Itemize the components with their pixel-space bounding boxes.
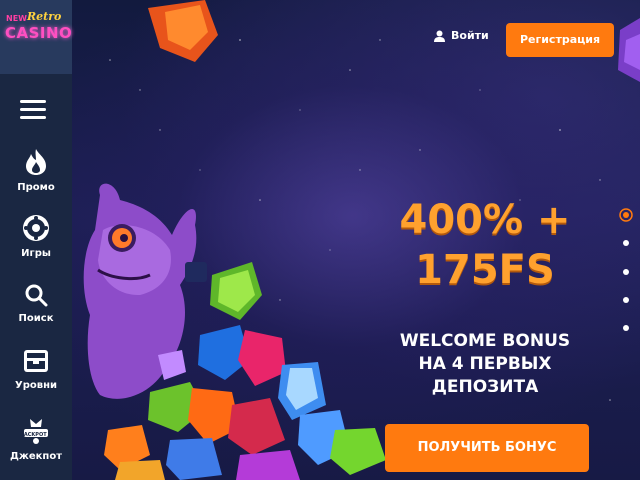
orange-gem-top: [148, 0, 218, 62]
sidebar-item-games[interactable]: Игры: [0, 214, 72, 276]
logo-new-badge: NEW: [6, 14, 27, 23]
get-bonus-button[interactable]: ПОЛУЧИТЬ БОНУС: [385, 424, 589, 472]
subtitle-line-2: НА 4 ПЕРВЫХ: [418, 354, 552, 374]
slide-dot[interactable]: [623, 297, 629, 303]
sidebar-item-label: Игры: [21, 248, 51, 259]
monster-character: [83, 183, 207, 399]
headline-line-2: 175FS: [415, 247, 555, 293]
subtitle-line-1: WELCOME BONUS: [399, 331, 571, 351]
slider-pagination: [618, 208, 634, 348]
slide-dot[interactable]: [623, 325, 629, 331]
user-icon: [434, 30, 445, 42]
sidebar-item-label: Уровни: [15, 380, 57, 391]
roulette-icon: [23, 215, 49, 241]
jackpot-icon: [24, 419, 48, 444]
logo[interactable]: NEW Retro CASINO: [0, 0, 72, 74]
login-label: Войти: [451, 29, 489, 42]
slide-dot[interactable]: [623, 240, 629, 246]
bonus-headline: 400% + 175FS: [370, 195, 600, 295]
chest-icon: [24, 350, 48, 372]
logo-casino-text: CASINO: [5, 24, 73, 42]
logo-retro-text: Retro: [27, 10, 62, 23]
slide-dot-active[interactable]: [619, 208, 633, 222]
login-button[interactable]: Войти: [434, 29, 489, 42]
bonus-subtitle: WELCOME BONUS НА 4 ПЕРВЫХ ДЕПОЗИТА: [370, 330, 600, 399]
sidebar-item-promo[interactable]: Промо: [0, 148, 72, 210]
sidebar-item-levels[interactable]: Уровни: [0, 348, 72, 410]
sidebar: NEW Retro CASINO Промо Игры Поиск Уровни…: [0, 0, 72, 480]
search-icon: [25, 284, 48, 307]
headline-line-1: 400% +: [399, 197, 571, 243]
sidebar-item-search[interactable]: Поиск: [0, 283, 72, 345]
purple-gem-top-right: [618, 18, 640, 82]
sidebar-item-label: Промо: [17, 182, 55, 193]
hamburger-menu-icon[interactable]: [20, 100, 46, 120]
slide-dot[interactable]: [623, 269, 629, 275]
register-button[interactable]: Регистрация: [506, 23, 614, 57]
sidebar-item-jackpot[interactable]: Джекпот: [0, 415, 72, 477]
subtitle-line-3: ДЕПОЗИТА: [431, 377, 539, 397]
jackpot-badge: JACKPOT: [22, 432, 47, 438]
sidebar-item-label: Джекпот: [9, 451, 62, 462]
fire-icon: [26, 149, 46, 175]
sidebar-item-label: Поиск: [18, 313, 54, 324]
